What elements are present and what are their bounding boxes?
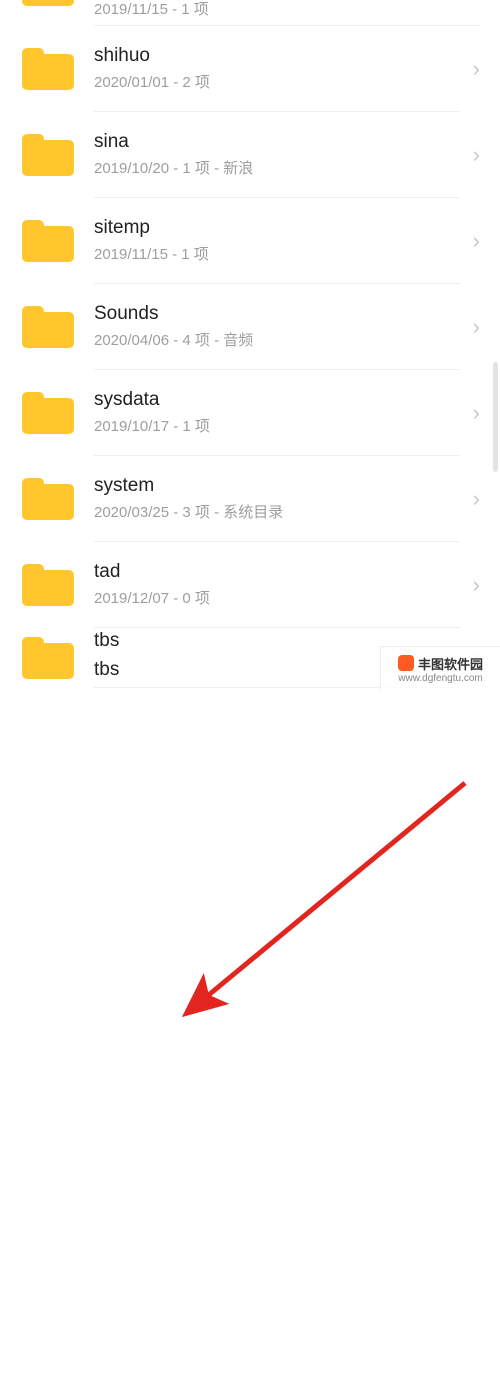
folder-name: system: [94, 474, 450, 499]
scrollbar-thumb[interactable]: [493, 362, 498, 472]
chevron-right-icon: ›: [460, 572, 480, 598]
chevron-right-icon: ›: [460, 228, 480, 254]
folder-text: system 2020/03/25 - 3 项 - 系统目录: [94, 456, 460, 542]
folder-name: shihuo: [94, 44, 450, 69]
folder-icon: [22, 559, 74, 611]
folder-icon: [22, 0, 74, 10]
folder-meta: 2019/10/20 - 1 项 - 新浪: [94, 159, 450, 179]
folder-meta: 2020/04/06 - 4 项 - 音频: [94, 331, 450, 351]
folder-meta: 2020/01/01 - 2 项: [94, 73, 450, 93]
folder-row-sitemp[interactable]: sitemp 2019/11/15 - 1 项 ›: [0, 198, 500, 284]
folder-text: tad 2019/12/07 - 0 项: [94, 542, 460, 628]
chevron-right-icon: ›: [460, 314, 480, 340]
folder-meta: 2019/10/17 - 1 项: [94, 417, 450, 437]
folder-text: sitemp 2019/11/15 - 1 项: [94, 198, 460, 284]
folder-name: sitemp: [94, 216, 450, 241]
watermark-logo-icon: [398, 655, 414, 671]
folder-row-system[interactable]: system 2020/03/25 - 3 项 - 系统目录 ›: [0, 456, 500, 542]
folder-row-Sounds[interactable]: Sounds 2020/04/06 - 4 项 - 音频 ›: [0, 284, 500, 370]
watermark-url: www.dgfengtu.com: [398, 673, 483, 684]
folder-meta: 2019/11/15 - 1 项: [94, 0, 470, 20]
folder-name: sina: [94, 130, 450, 155]
folder-text: 2019/11/15 - 1 项: [94, 0, 480, 26]
folder-name: tad: [94, 560, 450, 585]
folder-row-partial[interactable]: 2019/11/15 - 1 项: [0, 0, 500, 26]
folder-row-tad[interactable]: tad 2019/12/07 - 0 项 ›: [0, 542, 500, 628]
folder-icon: [22, 215, 74, 267]
folder-text: sysdata 2019/10/17 - 1 项: [94, 370, 460, 456]
folder-text: sina 2019/10/20 - 1 项 - 新浪: [94, 112, 460, 198]
watermark: 丰图软件园 www.dgfengtu.com: [380, 646, 500, 690]
watermark-brand: 丰图软件园: [418, 654, 483, 673]
folder-icon: [22, 632, 74, 684]
chevron-right-icon: ›: [460, 400, 480, 426]
folder-text: shihuo 2020/01/01 - 2 项: [94, 26, 460, 112]
folder-icon: [22, 129, 74, 181]
annotation-arrow: [0, 688, 500, 1378]
chevron-right-icon: ›: [460, 486, 480, 512]
folder-row-shihuo[interactable]: shihuo 2020/01/01 - 2 项 ›: [0, 26, 500, 112]
chevron-right-icon: ›: [460, 142, 480, 168]
folder-text: Sounds 2020/04/06 - 4 项 - 音频: [94, 284, 460, 370]
folder-icon: [22, 473, 74, 525]
folder-name: sysdata: [94, 388, 450, 413]
folder-meta: 2020/03/25 - 3 项 - 系统目录: [94, 503, 450, 523]
folder-row-sysdata[interactable]: sysdata 2019/10/17 - 1 项 ›: [0, 370, 500, 456]
folder-meta: 2019/11/15 - 1 项: [94, 245, 450, 265]
folder-meta: 2019/12/07 - 0 项: [94, 589, 450, 609]
file-list: 2019/11/15 - 1 项shihuo2020/01/01 - 2 项›s…: [0, 0, 500, 688]
folder-row-sina[interactable]: sina 2019/10/20 - 1 项 - 新浪 ›: [0, 112, 500, 198]
folder-icon: [22, 387, 74, 439]
folder-name: Sounds: [94, 302, 450, 327]
folder-icon: [22, 301, 74, 353]
chevron-right-icon: ›: [460, 56, 480, 82]
folder-icon: [22, 43, 74, 95]
